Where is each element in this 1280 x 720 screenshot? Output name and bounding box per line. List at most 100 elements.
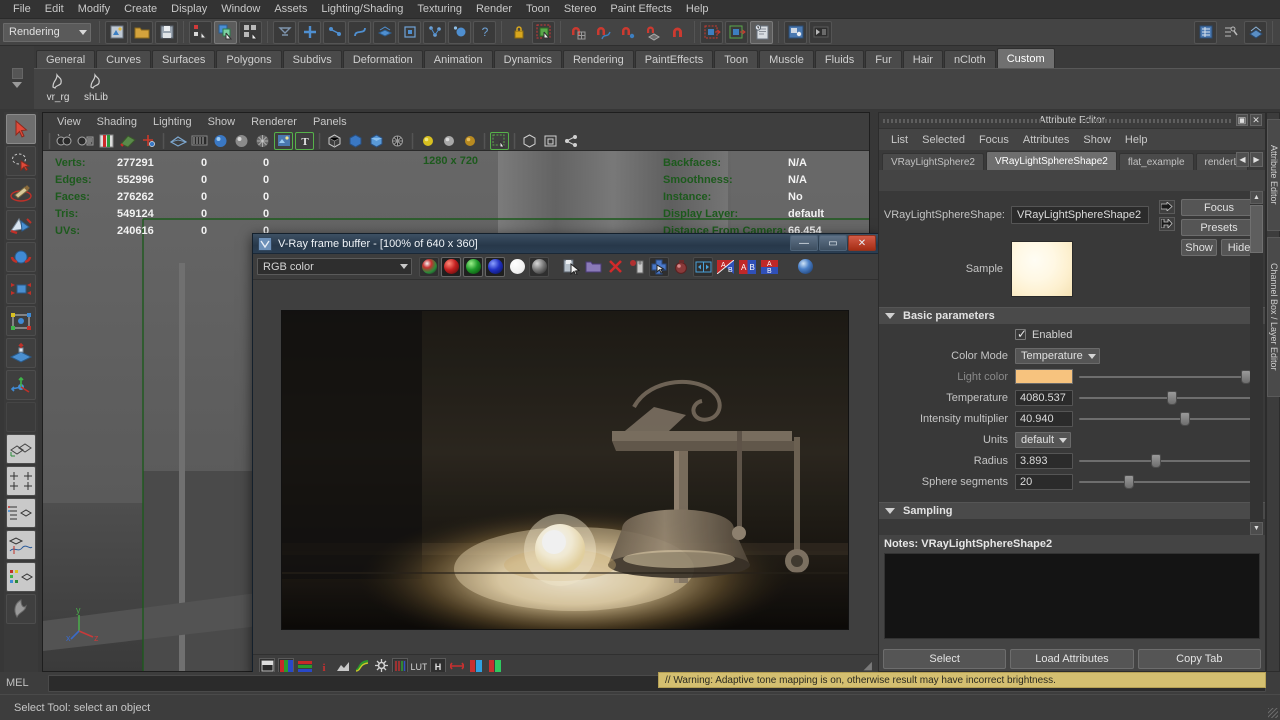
shelf-tab-subdivs[interactable]: Subdivs [282, 50, 342, 68]
select-button[interactable]: Select [883, 649, 1007, 669]
two-d-pan-zoom-icon[interactable] [139, 132, 158, 150]
persp-graph-editor-layout[interactable] [6, 530, 36, 560]
shelf-tab-custom[interactable]: Custom [996, 48, 1055, 68]
slider-handle[interactable] [1180, 411, 1191, 426]
red-channel-icon[interactable] [441, 256, 461, 277]
shelf-grip[interactable] [0, 46, 34, 109]
light-amber-icon[interactable] [460, 132, 479, 150]
menu-paint-effects[interactable]: Paint Effects [603, 1, 679, 17]
shelf-tab-deformation[interactable]: Deformation [342, 50, 423, 68]
panel-undock-button[interactable]: ▣ [1236, 114, 1248, 126]
four-view-layout[interactable] [6, 466, 36, 496]
close-button[interactable]: ✕ [848, 235, 876, 251]
dynamics-mask-icon[interactable] [448, 20, 471, 44]
shelf-tab-dynamics[interactable]: Dynamics [493, 50, 562, 68]
shelf-tab-curves[interactable]: Curves [96, 50, 151, 68]
section-header-sampling[interactable]: Sampling [879, 502, 1265, 519]
smooth-shade-all-icon[interactable] [211, 132, 230, 150]
xray-display-icon[interactable] [325, 132, 344, 150]
rendered-image[interactable] [281, 310, 849, 630]
scroll-down-icon[interactable]: ▼ [1250, 522, 1263, 535]
field-radius[interactable]: 3.893 [1015, 452, 1073, 469]
attribute-editor-scrollbar[interactable]: ▲ ▼ [1250, 191, 1263, 535]
blue-channel-icon[interactable] [485, 256, 505, 277]
smooth-shade-selected-icon[interactable] [232, 132, 251, 150]
render-current-frame-icon[interactable] [784, 20, 807, 44]
load-attributes-button[interactable]: Load Attributes [1010, 649, 1134, 669]
vfb-title-bar[interactable]: V-Ray frame buffer - [100% of 640 x 360]… [253, 234, 878, 254]
resize-grip[interactable] [1268, 708, 1278, 718]
share-viewport-icon[interactable] [562, 132, 581, 150]
wireframe-shading-icon[interactable] [169, 132, 188, 150]
snap-to-view-plane-icon[interactable] [666, 21, 689, 44]
persp-outliner-layout[interactable] [6, 498, 36, 528]
move-tool[interactable] [6, 210, 36, 240]
field-temperature[interactable]: 4080.537 [1015, 389, 1073, 406]
construction-history-out-icon[interactable] [725, 20, 748, 44]
ae-tab-vraylightsphere2[interactable]: VRayLightSphere2 [882, 153, 984, 170]
attribute-editor-toggle-icon[interactable] [1194, 20, 1217, 44]
menu-help[interactable]: Help [679, 1, 716, 17]
camera-attributes-icon[interactable] [76, 132, 95, 150]
shelf-tab-fur[interactable]: Fur [865, 50, 902, 68]
snap-to-grid-icon[interactable] [566, 21, 589, 44]
select-camera-icon[interactable] [55, 132, 74, 150]
slider-handle[interactable] [1166, 390, 1177, 405]
new-scene-icon[interactable] [105, 20, 128, 44]
snap-to-point-icon[interactable] [616, 21, 639, 44]
soft-modification-tool[interactable] [6, 338, 36, 368]
component-mask-icon[interactable] [273, 20, 296, 44]
menu-assets[interactable]: Assets [267, 1, 314, 17]
select-by-component-icon[interactable] [239, 20, 262, 44]
show-button[interactable]: Show [1181, 239, 1217, 256]
lock-icon[interactable] [507, 21, 530, 44]
slider-light-color[interactable] [1079, 369, 1251, 385]
select-output-node-icon[interactable] [1159, 216, 1175, 231]
vray-frame-buffer-window[interactable]: V-Ray frame buffer - [100% of 640 x 360]… [252, 233, 879, 677]
show-grid-icon[interactable] [520, 132, 539, 150]
shelf-item-vr_rg[interactable]: vr_rg [40, 72, 76, 103]
shelf-item-shLib[interactable]: shLib [78, 72, 114, 103]
slider-intensity-multiplier[interactable] [1079, 411, 1251, 427]
stereo-view-icon[interactable] [693, 256, 713, 277]
tab-scroll-left-icon[interactable]: ◀ [1236, 152, 1249, 167]
viewport-menu-panels[interactable]: Panels [305, 115, 355, 129]
slider-radius[interactable] [1079, 453, 1251, 469]
ae-menu-selected[interactable]: Selected [915, 132, 972, 148]
viewport-menu-lighting[interactable]: Lighting [145, 115, 200, 129]
render-region-icon[interactable] [627, 257, 647, 277]
highlight-selection-icon[interactable] [532, 20, 555, 44]
persp-hypershade-layout[interactable] [6, 562, 36, 592]
hardware-lighting-icon[interactable]: T [295, 131, 314, 150]
lasso-select-tool[interactable] [6, 146, 36, 176]
shelf-tab-rendering[interactable]: Rendering [562, 50, 634, 68]
image-plane-icon[interactable] [118, 132, 137, 150]
snap-to-projected-center-icon[interactable] [641, 21, 664, 44]
ae-tab-vraylightsphereshape2[interactable]: VRayLightSphereShape2 [985, 151, 1117, 170]
notes-textarea[interactable] [884, 553, 1260, 639]
menu-toon[interactable]: Toon [519, 1, 557, 17]
select-by-object-icon[interactable] [214, 20, 237, 44]
alpha-channel-icon[interactable] [507, 257, 527, 277]
faces-mask-icon[interactable] [373, 20, 396, 44]
shelf-tab-polygons[interactable]: Polygons [216, 50, 282, 68]
tab-scroll-right-icon[interactable]: ▶ [1250, 152, 1263, 167]
ae-menu-help[interactable]: Help [1118, 132, 1155, 148]
shelf-tab-toon[interactable]: Toon [714, 50, 759, 68]
hardware-texturing-icon[interactable] [274, 131, 293, 150]
shelf-tab-muscle[interactable]: Muscle [759, 50, 814, 68]
xray-joints-icon[interactable] [346, 132, 365, 150]
field-intensity-multiplier[interactable]: 40.940 [1015, 410, 1073, 427]
monochrome-icon[interactable] [529, 256, 549, 277]
high-quality-render-icon[interactable] [388, 132, 407, 150]
menu-window[interactable]: Window [214, 1, 267, 17]
viewport-menu-renderer[interactable]: Renderer [243, 115, 305, 129]
load-image-icon[interactable] [583, 257, 603, 277]
menu-stereo[interactable]: Stereo [557, 1, 603, 17]
menu-file[interactable]: File [6, 1, 38, 17]
minimize-button[interactable]: — [790, 235, 818, 251]
wireframe-on-shaded-icon[interactable] [253, 132, 272, 150]
ae-menu-show[interactable]: Show [1076, 132, 1118, 148]
tool-settings-toggle-icon[interactable] [1219, 21, 1242, 44]
slider-sphere-segments[interactable] [1079, 474, 1251, 490]
